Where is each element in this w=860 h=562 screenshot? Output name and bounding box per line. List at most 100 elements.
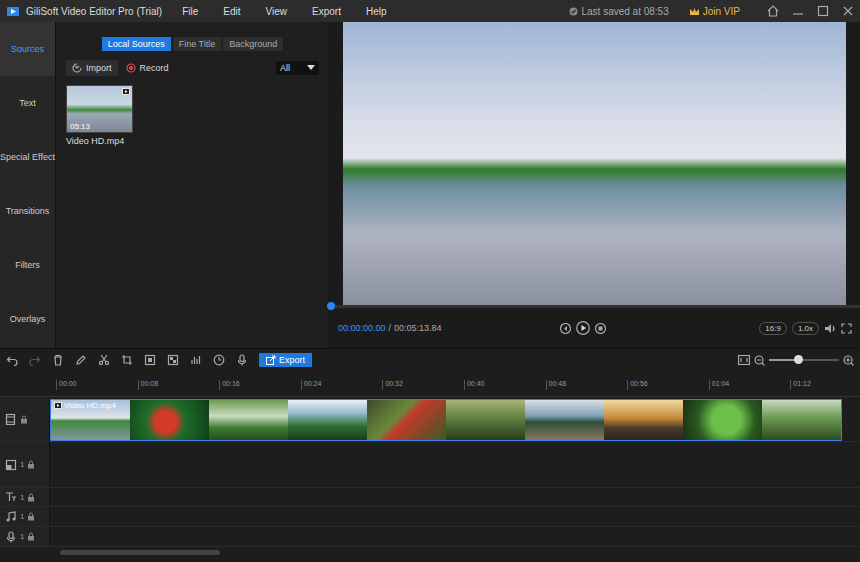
home-icon[interactable]	[766, 4, 780, 18]
video-file-icon	[122, 88, 130, 95]
zoom-out-icon[interactable]	[754, 355, 765, 366]
lock-icon[interactable]	[27, 512, 35, 521]
zoom-slider[interactable]	[769, 359, 839, 361]
dropdown-arrow-icon	[307, 65, 315, 71]
menu-item[interactable]: Edit	[223, 6, 240, 17]
sidebar-item[interactable]: Text	[0, 76, 55, 130]
total-time: 00:05:13.84	[394, 323, 442, 333]
media-item[interactable]: 05:13 Video HD.mp4	[66, 85, 134, 146]
lock-icon[interactable]	[27, 532, 35, 541]
scroll-thumb[interactable]	[60, 550, 220, 555]
microphone-icon[interactable]	[236, 354, 248, 366]
duration-icon[interactable]	[213, 354, 225, 366]
clip-frame	[525, 400, 604, 440]
aspect-ratio-dropdown[interactable]: 16:9	[759, 322, 787, 335]
clip-name: Video HD.mp4	[64, 401, 116, 410]
menu-item[interactable]: File	[182, 6, 198, 17]
media-thumbnail[interactable]: 05:13	[66, 85, 133, 133]
ruler-tick: 00:24	[301, 380, 383, 390]
fullscreen-icon[interactable]	[841, 323, 852, 334]
timeline-scrollbar[interactable]	[0, 547, 860, 557]
export-button[interactable]: Export	[259, 353, 312, 367]
source-tab[interactable]: Local Sources	[102, 37, 171, 51]
lock-icon[interactable]	[27, 460, 35, 469]
minimize-icon[interactable]	[791, 4, 805, 18]
ruler-tick: 01:12	[790, 380, 860, 390]
time-ruler: 00:0000:0800:1600:2400:3200:4000:4800:56…	[0, 380, 860, 397]
current-time: 00:00:00.00	[338, 323, 386, 333]
menu-item[interactable]: Export	[312, 6, 341, 17]
track-number: 1	[20, 532, 24, 541]
clip-frame	[367, 400, 446, 440]
time-display: 00:00:00.00/00:05:13.84	[338, 323, 560, 333]
window-button[interactable]	[790, 3, 806, 19]
speed-value[interactable]: 1.0x	[798, 324, 813, 333]
delete-icon[interactable]	[52, 354, 64, 366]
sidebar-item[interactable]: Special Effect	[0, 130, 55, 184]
resize-icon[interactable]	[144, 354, 156, 366]
sidebar-item[interactable]: Overlays	[0, 292, 55, 346]
export-icon	[266, 355, 276, 365]
seek-bar[interactable]	[331, 305, 860, 308]
fit-icon[interactable]	[738, 355, 750, 365]
controls-row: 00:00:00.00/00:05:13.84 16:9 1.0x	[330, 308, 860, 348]
sidebar-item[interactable]: Sources	[0, 22, 55, 76]
clip-frame	[446, 400, 525, 440]
player-controls: 00:00:00.00/00:05:13.84 16:9 1.0x	[330, 305, 860, 348]
record-button[interactable]: Record	[126, 63, 169, 73]
join-vip[interactable]: Join VIP	[689, 6, 740, 17]
crop-icon[interactable]	[121, 354, 133, 366]
import-icon	[72, 63, 82, 73]
aspect-ratio-value[interactable]: 16:9	[765, 324, 781, 333]
sidebar-item[interactable]: Filters	[0, 238, 55, 292]
track-header: 1	[0, 488, 50, 506]
zoom-handle[interactable]	[794, 355, 803, 364]
source-tab[interactable]: Background	[223, 37, 283, 51]
redo-icon[interactable]	[29, 354, 41, 366]
undo-icon[interactable]	[6, 354, 18, 366]
check-icon	[569, 7, 578, 16]
view-controls: 16:9 1.0x	[631, 322, 853, 335]
window-button[interactable]	[840, 3, 856, 19]
sidebar-item[interactable]: Transitions	[0, 184, 55, 238]
maximize-icon[interactable]	[816, 4, 830, 18]
record-label[interactable]: Record	[140, 63, 169, 73]
join-vip-text[interactable]: Join VIP	[703, 6, 740, 17]
speed-dropdown[interactable]: 1.0x	[792, 322, 819, 335]
track-body: Video HD.mp4	[50, 397, 860, 441]
mosaic-icon[interactable]	[167, 354, 179, 366]
split-icon[interactable]	[98, 354, 110, 366]
import-label[interactable]: Import	[86, 63, 112, 73]
track-number: 1	[20, 460, 24, 469]
audio-icon[interactable]	[190, 354, 202, 366]
filter-value[interactable]: All	[280, 63, 290, 73]
source-tab[interactable]: Fine Title	[173, 37, 222, 51]
media-name[interactable]: Video HD.mp4	[66, 136, 134, 146]
track-body	[50, 488, 860, 506]
import-button[interactable]: Import	[66, 60, 118, 76]
timeline-toolbar: Export	[0, 349, 860, 371]
lock-icon[interactable]	[20, 415, 28, 424]
seek-handle[interactable]	[327, 302, 335, 310]
previous-icon[interactable]	[560, 323, 571, 334]
play-icon[interactable]	[576, 321, 590, 335]
record-icon	[126, 63, 136, 73]
video-clip[interactable]: Video HD.mp4	[50, 399, 842, 441]
track-body	[50, 527, 860, 546]
video-preview	[343, 22, 846, 305]
close-icon[interactable]	[841, 4, 855, 18]
zoom-in-icon[interactable]	[843, 355, 854, 366]
lock-icon[interactable]	[27, 493, 35, 502]
filter-dropdown[interactable]: All	[276, 61, 319, 75]
stop-icon[interactable]	[595, 323, 606, 334]
menu-item[interactable]: View	[266, 6, 288, 17]
clip-frame	[130, 400, 209, 440]
window-button[interactable]	[815, 3, 831, 19]
volume-icon[interactable]	[824, 323, 836, 334]
edit-icon[interactable]	[75, 354, 87, 366]
source-tools: Import Record All	[66, 60, 319, 76]
menu-item[interactable]: Help	[366, 6, 387, 17]
clip-frame	[762, 400, 841, 440]
export-label[interactable]: Export	[279, 355, 305, 365]
window-button[interactable]	[765, 3, 781, 19]
